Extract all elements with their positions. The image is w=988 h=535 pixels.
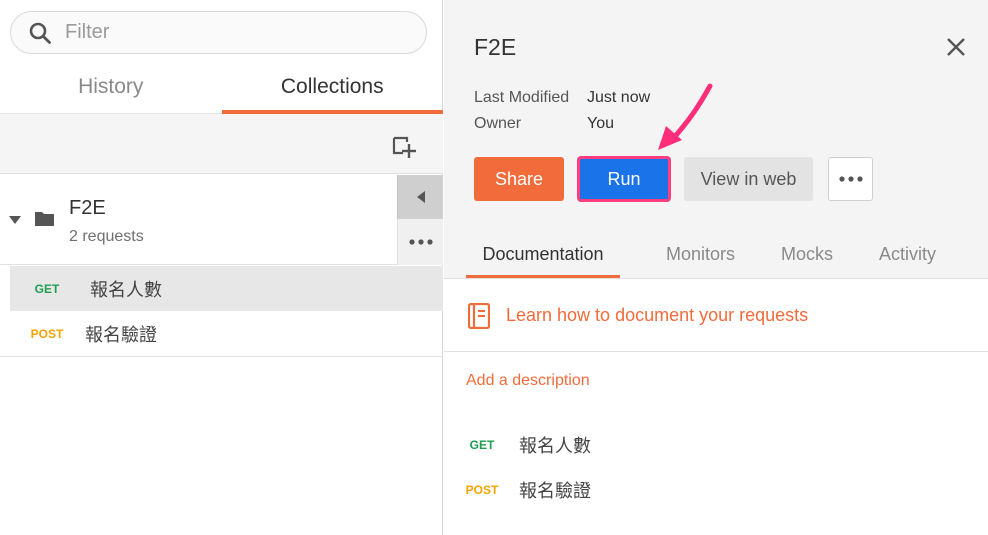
meta-label: Owner	[474, 115, 522, 132]
search-box[interactable]	[10, 11, 427, 54]
tab-mocks[interactable]: Mocks	[758, 234, 856, 278]
request-item[interactable]: GET 報名人數	[10, 266, 443, 311]
folder-icon	[35, 212, 54, 226]
search-input[interactable]	[65, 21, 405, 44]
request-name: 報名驗證	[519, 481, 591, 501]
run-button[interactable]: Run	[578, 157, 670, 201]
method-badge: POST	[30, 326, 64, 341]
collapse-panel-button[interactable]	[397, 175, 443, 219]
doc-request-item[interactable]: GET 報名人數	[460, 432, 591, 458]
more-icon	[408, 239, 433, 245]
caret-left-icon	[416, 191, 425, 203]
sidebar-tabs: History Collections	[0, 62, 443, 114]
collection-detail-panel: F2E Last Modified Just now Owner You Sha…	[444, 0, 988, 535]
request-name: 報名人數	[90, 279, 162, 300]
doc-request-item[interactable]: POST 報名驗證	[460, 477, 591, 503]
learn-docs-text: Learn how to document your requests	[506, 305, 809, 325]
share-button[interactable]: Share	[474, 157, 564, 201]
method-badge: GET	[469, 438, 495, 452]
panel-tabs: Documentation Monitors Mocks Activity	[466, 234, 959, 278]
panel-title: F2E	[474, 34, 517, 60]
meta-label: Last Modified	[474, 89, 570, 106]
book-icon	[468, 302, 490, 329]
panel-header: F2E Last Modified Just now Owner You Sha…	[444, 0, 988, 279]
search-icon	[29, 22, 51, 44]
collection-more-button[interactable]	[397, 219, 443, 265]
request-name: 報名驗證	[85, 324, 157, 345]
more-options-button[interactable]	[828, 157, 873, 201]
method-badge: GET	[34, 281, 60, 296]
method-badge: POST	[465, 483, 499, 497]
request-name: 報名人數	[519, 436, 591, 456]
collections-toolbar	[0, 114, 443, 174]
view-in-web-button[interactable]: View in web	[684, 157, 813, 201]
sidebar: History Collections F2E 2 requests	[0, 0, 443, 535]
meta-value: Just now	[587, 89, 651, 106]
tab-history[interactable]: History	[0, 62, 222, 114]
collection-name: F2E	[69, 197, 106, 219]
meta-value: You	[587, 115, 614, 132]
learn-docs-link[interactable]: Learn how to document your requests	[444, 280, 988, 352]
tab-activity[interactable]: Activity	[856, 234, 959, 278]
caret-down-icon[interactable]	[9, 215, 21, 225]
collection-request-count: 2 requests	[69, 228, 144, 245]
tab-documentation[interactable]: Documentation	[466, 234, 620, 278]
close-icon[interactable]	[946, 37, 966, 57]
annotation-arrow-icon	[658, 83, 713, 150]
collection-item[interactable]: F2E 2 requests	[0, 175, 443, 265]
more-icon	[838, 176, 863, 182]
tab-collections[interactable]: Collections	[221, 62, 443, 114]
add-description-link[interactable]: Add a description	[466, 372, 590, 390]
tab-monitors[interactable]: Monitors	[643, 234, 758, 278]
new-collection-icon[interactable]	[391, 133, 417, 159]
request-item[interactable]: POST 報名驗證	[0, 311, 443, 357]
